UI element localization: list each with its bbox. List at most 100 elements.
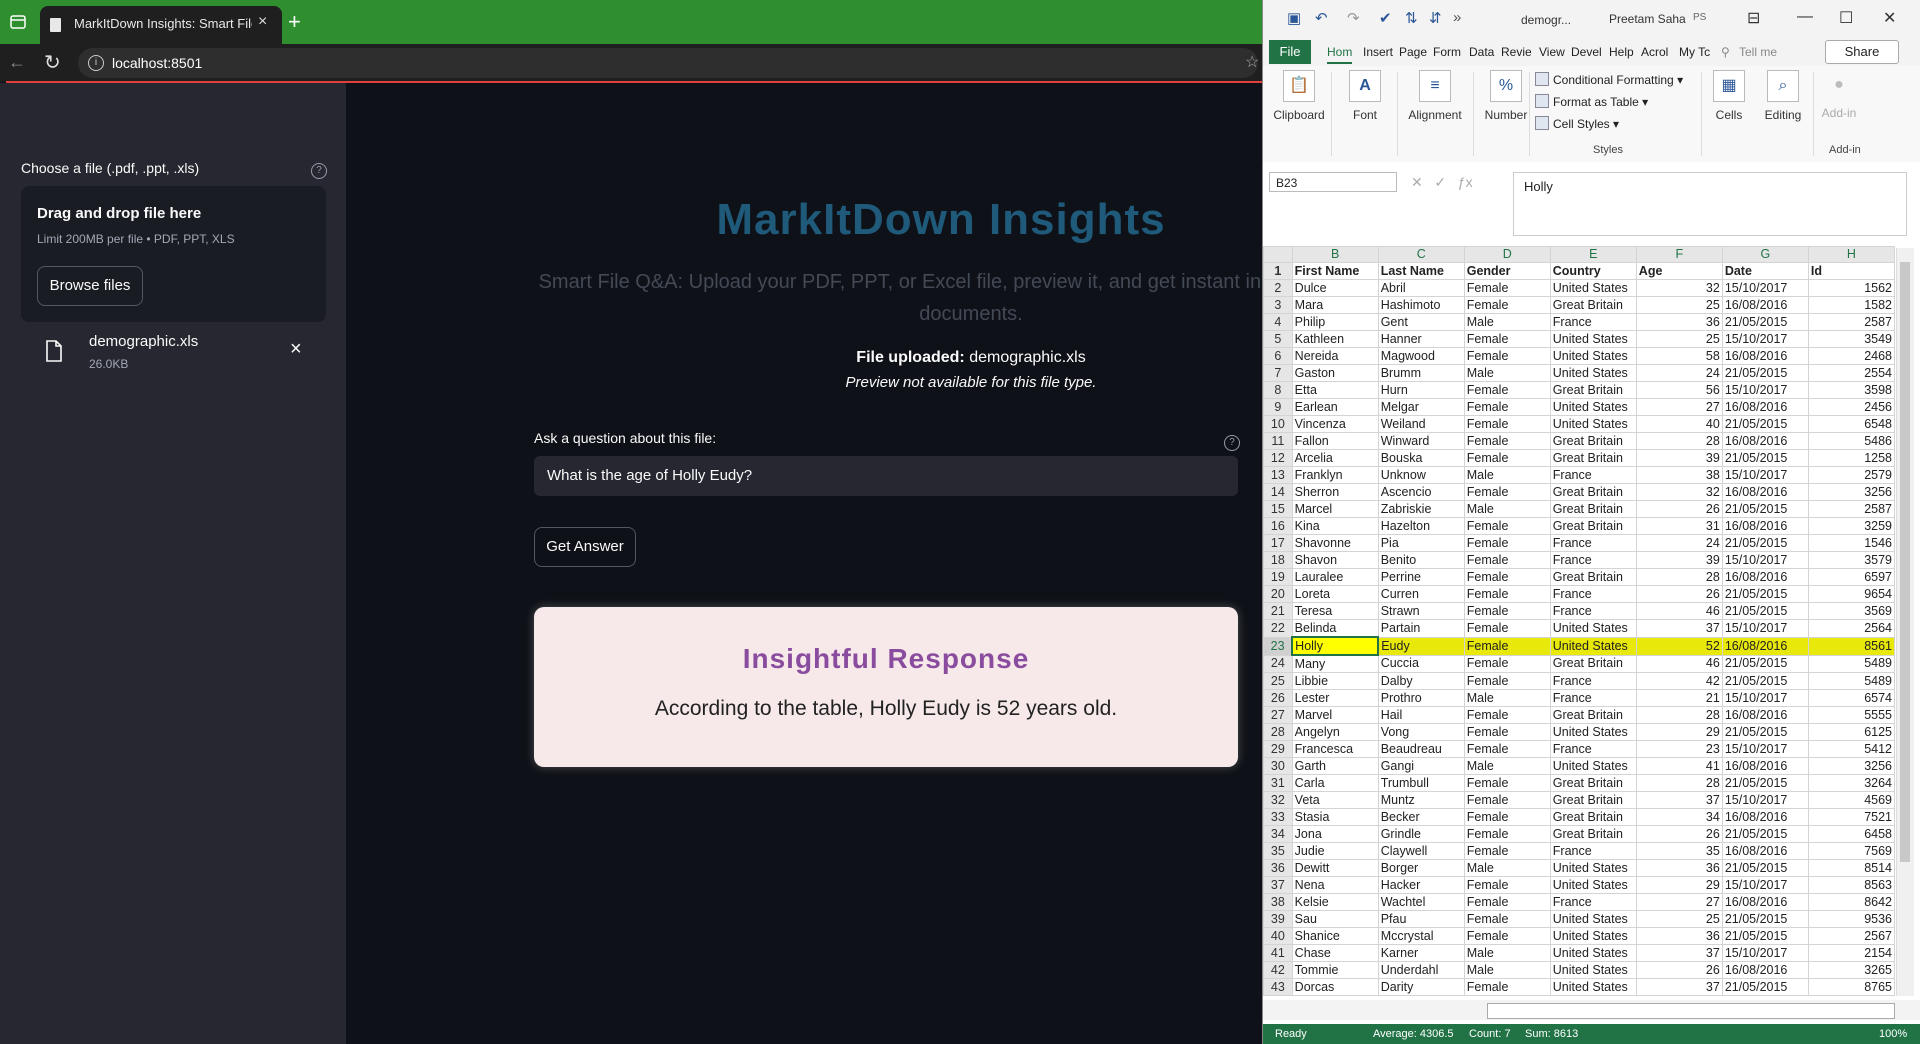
cell[interactable]: Hail (1377, 706, 1465, 724)
cell[interactable]: 8561 (1807, 636, 1896, 656)
cell[interactable]: France (1549, 842, 1637, 860)
cell[interactable]: 21/05/2015 (1721, 774, 1809, 792)
ribbon-display-icon[interactable]: ⊟ (1747, 8, 1760, 28)
row-header[interactable]: 27 (1263, 706, 1293, 724)
cell[interactable]: 58 (1635, 347, 1723, 365)
cell[interactable]: 8514 (1807, 859, 1896, 877)
cell[interactable]: Veta (1291, 791, 1379, 809)
row-header[interactable]: 4 (1263, 313, 1293, 331)
cell[interactable]: Lester (1291, 689, 1379, 707)
cell[interactable]: France (1549, 313, 1637, 331)
cell[interactable]: Hacker (1377, 876, 1465, 894)
cell[interactable]: Male (1463, 757, 1551, 775)
cell[interactable]: 15/10/2017 (1721, 944, 1809, 962)
share-button[interactable]: Share (1825, 40, 1899, 64)
cell[interactable]: Teresa (1291, 602, 1379, 620)
cell[interactable]: 21/05/2015 (1721, 500, 1809, 518)
cell[interactable]: Great Britain (1549, 706, 1637, 724)
cell[interactable]: 25 (1635, 330, 1723, 348)
cell[interactable]: Dalby (1377, 672, 1465, 690)
cell[interactable]: 4569 (1807, 791, 1896, 809)
cell[interactable]: 3259 (1807, 517, 1896, 535)
cell[interactable]: Winward (1377, 432, 1465, 450)
cell[interactable]: Female (1463, 893, 1551, 911)
cell-styles-button[interactable]: Cell Styles ▾ (1535, 116, 1619, 131)
row-header[interactable]: 25 (1263, 672, 1293, 690)
spelling-icon[interactable]: ✔ (1379, 9, 1392, 27)
cell[interactable]: France (1549, 602, 1637, 620)
cell[interactable]: Marcel (1291, 500, 1379, 518)
cell[interactable]: 24 (1635, 364, 1723, 382)
row-header[interactable]: 1 (1263, 262, 1293, 280)
cell[interactable]: Mara (1291, 296, 1379, 314)
cell[interactable]: Philip (1291, 313, 1379, 331)
cell[interactable]: Date (1721, 262, 1809, 280)
cell[interactable]: Cuccia (1377, 654, 1465, 673)
vertical-scrollbar[interactable] (1896, 248, 1914, 996)
row-header[interactable]: 29 (1263, 740, 1293, 758)
cell[interactable]: 28 (1635, 774, 1723, 792)
cell[interactable]: United States (1549, 330, 1637, 348)
back-icon[interactable]: ← (8, 52, 26, 73)
cell[interactable]: Tommie (1291, 961, 1379, 979)
cell[interactable]: 32 (1635, 279, 1723, 297)
cell[interactable]: 3265 (1807, 961, 1896, 979)
cell[interactable]: Jona (1291, 825, 1379, 843)
cell[interactable]: Libbie (1291, 672, 1379, 690)
cell[interactable]: 5412 (1807, 740, 1896, 758)
cell[interactable]: Female (1463, 449, 1551, 467)
cell[interactable]: First Name (1291, 262, 1379, 280)
tab-actions-icon[interactable] (10, 14, 26, 30)
minimize-icon[interactable]: — (1797, 8, 1813, 26)
cell[interactable]: Abril (1377, 279, 1465, 297)
cell[interactable]: 37 (1635, 944, 1723, 962)
cell[interactable]: 28 (1635, 706, 1723, 724)
cell[interactable]: 8563 (1807, 876, 1896, 894)
cell[interactable]: Pfau (1377, 910, 1465, 928)
cell[interactable]: Great Britain (1549, 296, 1637, 314)
cell[interactable]: Female (1463, 978, 1551, 996)
cell[interactable]: Nena (1291, 876, 1379, 894)
cell[interactable]: Becker (1377, 808, 1465, 826)
cell[interactable]: United States (1549, 347, 1637, 365)
cell[interactable]: 16/08/2016 (1721, 757, 1809, 775)
cell[interactable]: 16/08/2016 (1721, 398, 1809, 416)
cell[interactable]: Trumbull (1377, 774, 1465, 792)
tab-view[interactable]: View (1539, 45, 1565, 59)
cell[interactable]: 21/05/2015 (1721, 364, 1809, 382)
cell[interactable]: 15/10/2017 (1721, 876, 1809, 894)
row-header[interactable]: 16 (1263, 517, 1293, 535)
cell[interactable]: 31 (1635, 517, 1723, 535)
cell[interactable]: 6574 (1807, 689, 1896, 707)
cell[interactable]: 6125 (1807, 723, 1896, 741)
cell[interactable]: Female (1463, 825, 1551, 843)
cell[interactable]: 2587 (1807, 313, 1896, 331)
cell[interactable]: 16/08/2016 (1721, 432, 1809, 450)
cell[interactable]: 52 (1635, 636, 1723, 656)
url-input[interactable]: i localhost:8501 (78, 48, 1258, 78)
cell[interactable]: 37 (1635, 791, 1723, 809)
cell[interactable]: Female (1463, 619, 1551, 638)
cell[interactable]: Female (1463, 483, 1551, 501)
cell[interactable]: Great Britain (1549, 825, 1637, 843)
cell[interactable]: 26 (1635, 585, 1723, 603)
cell[interactable]: Fallon (1291, 432, 1379, 450)
cell[interactable]: 3579 (1807, 551, 1896, 569)
column-header[interactable]: F (1635, 246, 1723, 263)
cell[interactable]: Hurn (1377, 381, 1465, 399)
cell[interactable]: 35 (1635, 842, 1723, 860)
cell[interactable]: 39 (1635, 551, 1723, 569)
cell[interactable]: 25 (1635, 910, 1723, 928)
tab-acrobat[interactable]: Acrol (1641, 45, 1668, 59)
question-help-icon[interactable]: ? (1224, 435, 1240, 451)
cell[interactable]: Male (1463, 689, 1551, 707)
font-group[interactable]: A Font (1339, 70, 1391, 122)
cell[interactable]: Bouska (1377, 449, 1465, 467)
cell[interactable]: 5489 (1807, 672, 1896, 690)
cell[interactable]: 21/05/2015 (1721, 602, 1809, 620)
cell[interactable]: Benito (1377, 551, 1465, 569)
cell[interactable]: 9654 (1807, 585, 1896, 603)
cell[interactable]: 7569 (1807, 842, 1896, 860)
cell[interactable]: Dulce (1291, 279, 1379, 297)
cell[interactable]: Female (1463, 398, 1551, 416)
